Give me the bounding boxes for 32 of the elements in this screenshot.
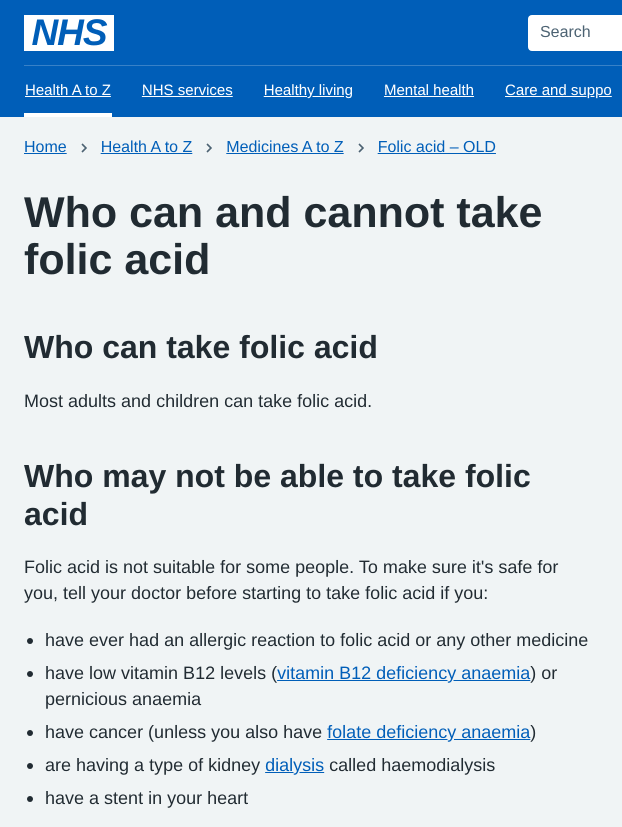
nav-link[interactable]: Mental health bbox=[382, 66, 476, 117]
list-item: have ever had an allergic reaction to folic acid or any other medicine bbox=[45, 629, 588, 652]
list-item: are having a type of kidney dialysis called haemodialysis bbox=[45, 754, 496, 777]
breadcrumb-link[interactable]: Folic acid – OLD bbox=[378, 138, 496, 158]
section-heading: Who may not be able to take folic acid bbox=[24, 457, 532, 533]
body-text: Most adults and children can take folic acid. bbox=[24, 390, 374, 413]
nav-link[interactable]: Health A to Z bbox=[24, 66, 112, 117]
bullet-icon bbox=[27, 796, 33, 802]
text-link[interactable]: dialysis bbox=[265, 755, 324, 775]
search-field[interactable]: Search bbox=[528, 15, 622, 51]
breadcrumb-link[interactable]: Medicines A to Z bbox=[226, 138, 344, 158]
section-heading: Who can take folic acid bbox=[24, 328, 379, 366]
list-item: have a stent in your heart bbox=[45, 787, 248, 810]
chevron-icon bbox=[206, 143, 212, 153]
nav-link[interactable]: Healthy living bbox=[262, 66, 354, 117]
list-item: have cancer (unless you also have folate deficiency anaemia) bbox=[45, 721, 536, 744]
text-link[interactable]: folate deficiency anaemia bbox=[327, 722, 530, 742]
bullet-icon bbox=[27, 671, 33, 677]
nav-link[interactable]: NHS services bbox=[140, 66, 234, 117]
list-item: have low vitamin B12 levels (vitamin B12 deficiency anaemia) or pernicious anaemia bbox=[45, 662, 558, 711]
nav-link[interactable]: Care and suppo bbox=[504, 66, 613, 117]
body-text: Folic acid is not suitable for some people. To make sure it's safe for you, tell your doctor before starting to take folic acid if you: bbox=[24, 556, 560, 605]
chevron-icon bbox=[358, 143, 364, 153]
text-link[interactable]: vitamin B12 deficiency anaemia bbox=[277, 663, 530, 683]
page-title: Who can and cannot take folic acid bbox=[24, 190, 544, 284]
chevron-icon bbox=[80, 143, 87, 153]
bullet-icon bbox=[27, 763, 33, 769]
breadcrumb-link[interactable]: Home bbox=[24, 138, 67, 158]
breadcrumb-link[interactable]: Health A to Z bbox=[100, 138, 192, 158]
bullet-icon bbox=[27, 730, 33, 736]
bullet-icon bbox=[27, 638, 33, 644]
logo[interactable]: NHS bbox=[24, 15, 114, 51]
